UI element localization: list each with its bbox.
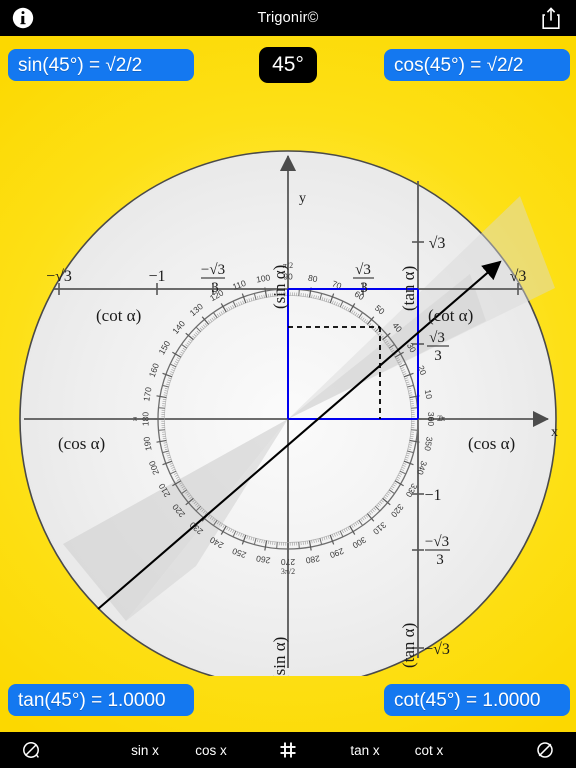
sin-bottom-label: (sin α) (270, 637, 289, 676)
svg-text:3: 3 (434, 348, 442, 364)
empty-set-button[interactable] (522, 732, 568, 768)
svg-text:3: 3 (211, 280, 219, 296)
cot-left-label: (cot α) (96, 306, 141, 325)
protractor-degree-label: 180 (140, 412, 150, 426)
cot-right-label: (cot α) (428, 306, 473, 325)
tan-tick-neg-sqrt3: −√3 (424, 641, 450, 658)
unit-circle-diagram[interactable]: 0 10 20 30 40 50 60 70 80 90 100 110 120 130 140 150 160… (0, 76, 576, 676)
tan-button[interactable]: tan x (336, 732, 394, 768)
y-axis-label: y (299, 191, 306, 206)
grid-icon (280, 742, 296, 758)
top-navigation-bar: Trigonir© (0, 0, 576, 36)
cot-readout[interactable]: cot(45°) = 1.0000 (384, 684, 570, 716)
cot-tick-sqrt3: √3 (510, 268, 527, 285)
svg-text:−√3: −√3 (425, 534, 449, 550)
sin-top-label: (sin α) (270, 265, 289, 309)
stage: sin(45°) = √2/2 45° cos(45°) = √2/2 0 10… (0, 36, 576, 732)
cos-right-label: (cos α) (468, 434, 515, 453)
cot-button[interactable]: cot x (400, 732, 458, 768)
protractor-degree-label: 270 (281, 557, 295, 567)
clear-angle-button[interactable] (8, 732, 54, 768)
tan-tick-sqrt3: √3 (429, 235, 446, 252)
empty-set-icon (537, 742, 553, 758)
cot-tick-neg-one: −1 (148, 268, 165, 285)
svg-text:√3: √3 (429, 330, 445, 346)
cos-button[interactable]: cos x (182, 732, 240, 768)
protractor-radian-label: π (133, 414, 137, 423)
svg-text:√3: √3 (355, 262, 371, 278)
cot-tick-neg-sqrt3: −√3 (46, 268, 72, 285)
protractor-degree-label: 80 (307, 273, 318, 285)
tan-bottom-label: (tan α) (399, 623, 418, 668)
grid-button[interactable] (265, 732, 311, 768)
circle-slash-icon (23, 742, 39, 758)
protractor-degree-label: 10 (423, 389, 435, 400)
tan-tick-neg-one: −1 (424, 487, 441, 504)
svg-text:3: 3 (360, 280, 368, 296)
diagram-svg[interactable]: 0102030405060708090100110120130140150160… (0, 76, 576, 676)
share-icon[interactable] (540, 6, 562, 30)
protractor-radian-label: 2π (437, 414, 445, 423)
bottom-toolbar: sin x cos x tan x cot x (0, 732, 576, 768)
sin-button[interactable]: sin x (116, 732, 174, 768)
svg-text:3: 3 (436, 552, 444, 568)
protractor-degree-label: 360 (426, 412, 436, 426)
tan-top-label: (tan α) (399, 266, 418, 311)
protractor-radian-label: 3π/2 (281, 567, 295, 576)
svg-text:−√3: −√3 (201, 262, 225, 278)
tan-readout[interactable]: tan(45°) = 1.0000 (8, 684, 194, 716)
app-root: Trigonir© sin(45°) = √2/2 45° cos(45°) =… (0, 0, 576, 768)
cos-left-label: (cos α) (58, 434, 105, 453)
x-axis-label: x (551, 425, 558, 440)
app-title: Trigonir© (257, 10, 319, 26)
